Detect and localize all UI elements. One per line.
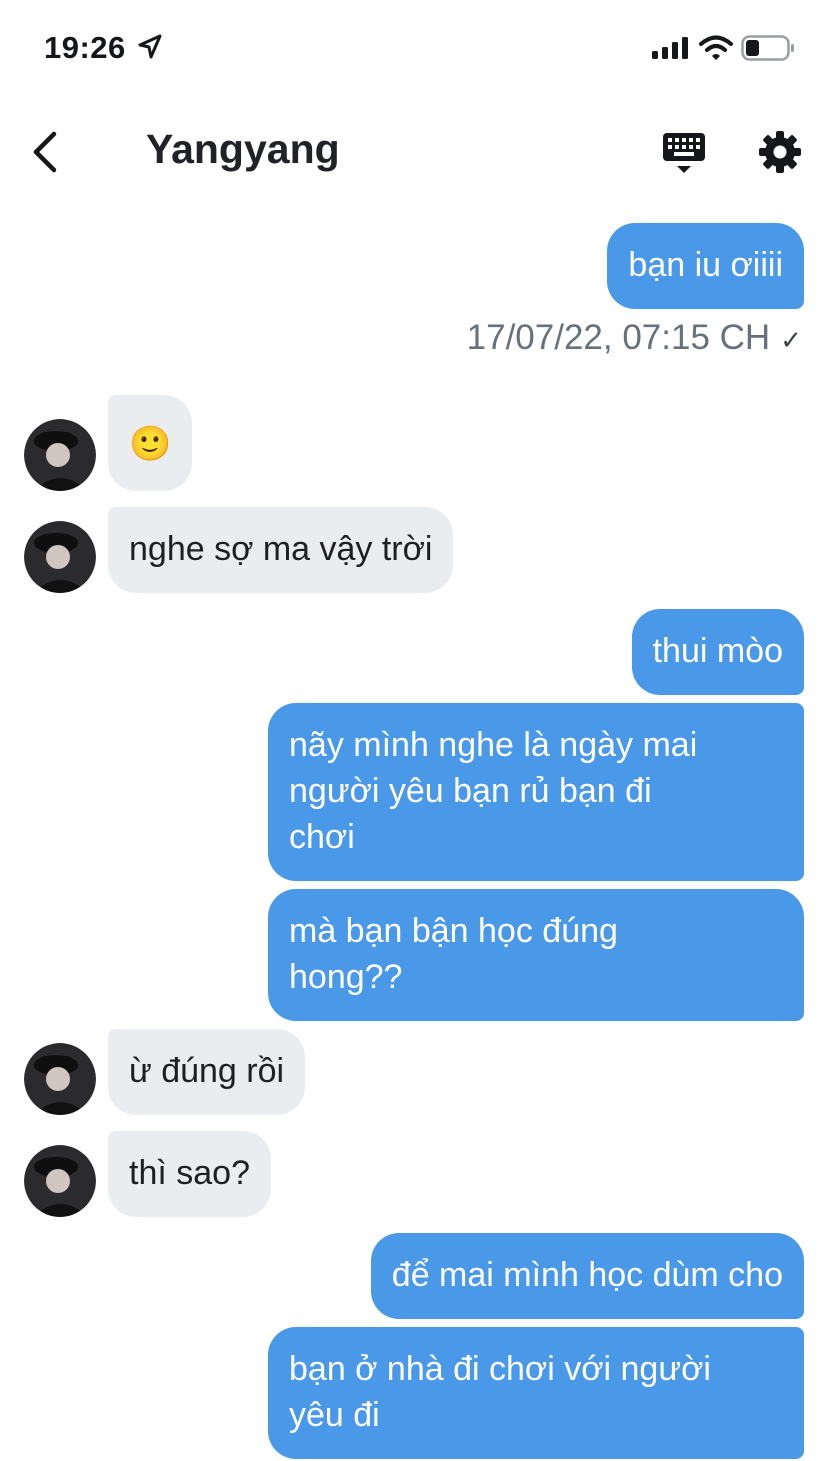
outgoing-message[interactable]: thui mòo bbox=[631, 609, 804, 695]
incoming-message[interactable]: nghe sợ ma vậy trời bbox=[108, 507, 454, 593]
battery-icon bbox=[741, 35, 795, 66]
message-text: để mai mình học dùm cho bbox=[391, 1256, 783, 1294]
wifi-icon bbox=[699, 35, 733, 65]
message-text: thui mòo bbox=[652, 632, 783, 670]
timestamp-text: 17/07/22, 07:15 CH bbox=[466, 318, 771, 357]
message-text: nghe sợ ma vậy trời bbox=[129, 530, 433, 568]
incoming-message[interactable]: 🙂 bbox=[108, 395, 193, 491]
message-text-line: bạn ở nhà đi chơi với người bbox=[289, 1350, 711, 1388]
avatar[interactable] bbox=[24, 1145, 96, 1217]
keyboard-icon bbox=[663, 133, 705, 173]
incoming-message[interactable]: ừ đúng rồi bbox=[108, 1029, 306, 1115]
avatar[interactable] bbox=[24, 419, 96, 491]
gear-icon bbox=[759, 131, 801, 173]
outgoing-message[interactable]: mà bạn bận học đúng hong?? bbox=[268, 889, 804, 1021]
message-text-line: mà bạn bận học đúng bbox=[289, 912, 618, 950]
message-text-line: nãy mình nghe là ngày mai bbox=[289, 726, 698, 764]
message-text: bạn iu ơiiii bbox=[628, 246, 783, 284]
message-timestamp: 17/07/22, 07:15 CH ✓ bbox=[467, 318, 802, 358]
slightly-smiling-emoji-icon: 🙂 bbox=[129, 425, 172, 463]
conversation-title[interactable]: Yangyang bbox=[146, 126, 340, 173]
chat-header: Yangyang bbox=[0, 96, 828, 206]
location-arrow-icon bbox=[138, 34, 162, 65]
avatar[interactable] bbox=[24, 1043, 96, 1115]
outgoing-message[interactable]: nãy mình nghe là ngày mai người yêu bạn … bbox=[268, 703, 804, 881]
message-text-line: yêu đi bbox=[289, 1396, 380, 1434]
message-text-line: hong?? bbox=[289, 958, 403, 996]
outgoing-message[interactable]: bạn iu ơiiii bbox=[607, 223, 804, 309]
keyboard-toggle-button[interactable] bbox=[660, 130, 708, 178]
outgoing-message[interactable]: bạn ở nhà đi chơi với người yêu đi bbox=[268, 1327, 804, 1459]
message-text: thì sao? bbox=[129, 1154, 250, 1192]
message-text: ừ đúng rồi bbox=[129, 1052, 285, 1090]
sent-check-icon: ✓ bbox=[780, 325, 802, 355]
incoming-message[interactable]: thì sao? bbox=[108, 1131, 271, 1217]
settings-button[interactable] bbox=[756, 128, 806, 178]
status-bar: 19:26 bbox=[0, 0, 828, 96]
status-time: 19:26 bbox=[44, 30, 126, 65]
back-button[interactable] bbox=[22, 126, 72, 176]
chevron-left-icon bbox=[33, 131, 57, 173]
message-text-line: chơi bbox=[289, 818, 355, 856]
avatar[interactable] bbox=[24, 521, 96, 593]
message-text-line: người yêu bạn rủ bạn đi bbox=[289, 772, 652, 810]
outgoing-message[interactable]: để mai mình học dùm cho bbox=[370, 1233, 804, 1319]
cellular-signal-icon bbox=[652, 37, 690, 64]
